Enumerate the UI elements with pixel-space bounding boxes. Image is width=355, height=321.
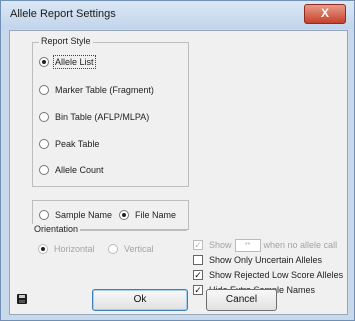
window-title: Allele Report Settings: [10, 8, 116, 20]
radio-button[interactable]: [39, 56, 49, 67]
radio-button[interactable]: [38, 243, 48, 254]
option-label: Horizontal: [54, 244, 95, 254]
checkbox-rejected-low-score[interactable]: ✓ Show Rejected Low Score Alleles: [193, 269, 344, 281]
checkbox-label: Show Rejected Low Score Alleles: [209, 270, 344, 280]
show-missing-checkbox[interactable]: ✓: [193, 239, 203, 250]
option-label: Vertical: [124, 244, 154, 254]
orientation-option-vertical[interactable]: Vertical: [108, 243, 154, 255]
checkbox[interactable]: [193, 254, 203, 265]
naming-option-sample-name[interactable]: Sample Name: [39, 209, 113, 221]
checkbox-uncertain-alleles[interactable]: Show Only Uncertain Alleles: [193, 254, 323, 266]
cancel-label: Cancel: [225, 294, 258, 305]
option-label: Allele List: [53, 55, 96, 69]
radio-button[interactable]: [119, 209, 129, 220]
title-bar[interactable]: Allele Report Settings X: [1, 1, 354, 29]
cancel-button[interactable]: Cancel: [206, 289, 277, 311]
option-label: Sample Name: [55, 210, 113, 220]
floppy-disk-icon[interactable]: [17, 294, 27, 304]
checkbox-label: Show Only Uncertain Alleles: [209, 255, 323, 265]
checkbox[interactable]: ✓: [193, 284, 203, 295]
orientation-option-horizontal[interactable]: Horizontal: [38, 243, 95, 255]
option-label: Bin Table (AFLP/MLPA): [55, 112, 150, 122]
report-style-group: Report Style Allele List Marker Table (F…: [32, 36, 189, 187]
ok-button[interactable]: Ok: [92, 289, 188, 311]
radio-button[interactable]: [39, 138, 49, 149]
option-label: File Name: [135, 210, 177, 220]
naming-option-file-name[interactable]: File Name: [119, 209, 177, 221]
option-label: Peak Table: [55, 139, 100, 149]
orientation-group: Orientation Horizontal Vertical: [32, 224, 187, 265]
close-button[interactable]: X: [304, 4, 346, 24]
radio-button[interactable]: [39, 111, 49, 122]
ok-label: Ok: [133, 294, 147, 305]
option-label: Marker Table (Fragment): [55, 85, 154, 95]
radio-button[interactable]: [39, 84, 49, 95]
report-style-option-marker-table[interactable]: Marker Table (Fragment): [39, 84, 154, 96]
show-missing-row[interactable]: ✓ Show ** when no allele call: [193, 239, 337, 252]
radio-button[interactable]: [39, 209, 49, 220]
missing-symbol-input[interactable]: **: [234, 239, 261, 252]
radio-button[interactable]: [108, 243, 118, 254]
report-style-option-allele-count[interactable]: Allele Count: [39, 164, 104, 176]
orientation-label: Orientation: [32, 224, 81, 234]
dialog-window: Allele Report Settings X Report Style Al…: [0, 0, 355, 321]
report-style-option-peak-table[interactable]: Peak Table: [39, 138, 100, 150]
show-missing-suffix: when no allele call: [263, 239, 338, 250]
report-style-option-bin-table[interactable]: Bin Table (AFLP/MLPA): [39, 111, 150, 123]
show-missing-prefix: Show: [209, 239, 232, 250]
report-style-label: Report Style: [39, 36, 93, 46]
radio-button[interactable]: [39, 164, 49, 175]
dialog-body: Report Style Allele List Marker Table (F…: [9, 30, 348, 315]
report-style-option-allele-list[interactable]: Allele List: [39, 55, 96, 69]
close-icon: X: [320, 6, 329, 20]
option-label: Allele Count: [55, 165, 104, 175]
checkbox[interactable]: ✓: [193, 269, 203, 280]
